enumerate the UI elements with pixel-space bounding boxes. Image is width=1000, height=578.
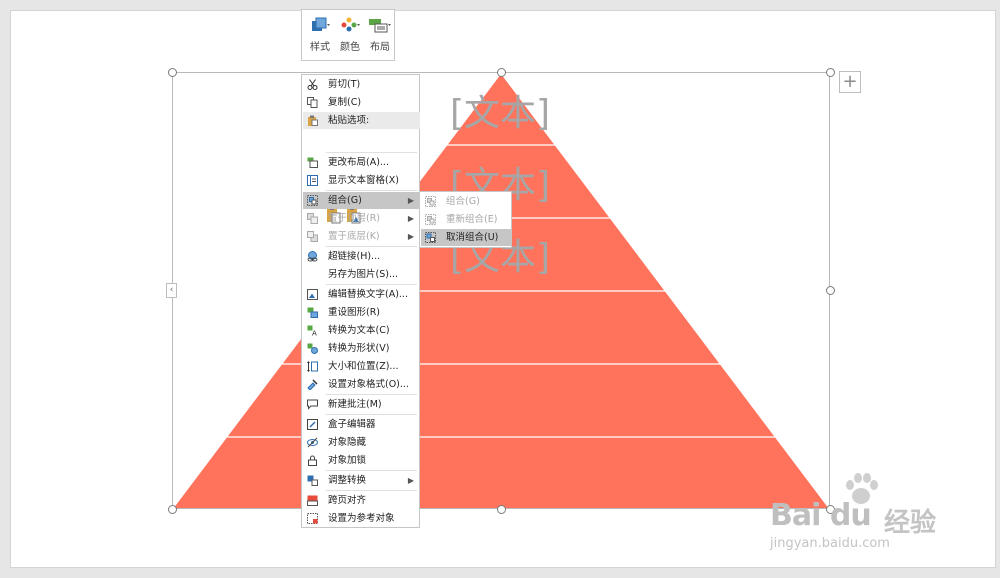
style-button[interactable]: 样式: [305, 14, 335, 58]
selection-frame: [172, 72, 830, 509]
resize-handle-bottom-left[interactable]: [168, 505, 177, 514]
ungroup-icon: [425, 232, 436, 243]
menu-separator: [326, 490, 417, 491]
menu-item-group[interactable]: 组合(G) ▶: [303, 192, 420, 209]
watermark-logo-text: Bai du: [770, 498, 872, 533]
menu-item-format-object[interactable]: 设置对象格式(O)...: [303, 376, 420, 393]
alt-text-icon: [307, 289, 318, 300]
send-to-back-icon: [307, 231, 318, 242]
group-icon: [425, 196, 436, 207]
menu-item-adjust-convert[interactable]: 调整转换 ▶: [303, 472, 420, 489]
menu-item-box-editor[interactable]: 盒子编辑器: [303, 416, 420, 433]
submenu-item-ungroup[interactable]: 取消组合(U): [421, 229, 512, 246]
submenu-arrow-icon: ▶: [407, 214, 414, 223]
menu-item-hide-object[interactable]: 对象隐藏: [303, 434, 420, 451]
menu-item-cross-page-align[interactable]: 跨页对齐: [303, 492, 420, 509]
menu-item-show-text-pane[interactable]: 显示文本窗格(X): [303, 172, 420, 189]
style-label: 样式: [310, 42, 330, 53]
scissors-icon: [307, 79, 318, 90]
regroup-icon: [425, 214, 436, 225]
color-label: 颜色: [340, 42, 360, 53]
format-object-icon: [307, 379, 318, 390]
reset-graphic-icon: [307, 307, 318, 318]
submenu-item-regroup[interactable]: 重新组合(E): [421, 211, 512, 228]
add-shape-button[interactable]: +: [839, 71, 861, 93]
menu-item-copy[interactable]: 复制(C): [303, 94, 420, 111]
link-icon: [307, 251, 318, 262]
menu-item-cut[interactable]: 剪切(T): [303, 76, 420, 93]
watermark: Bai du 经验 jingyan.baidu.com: [760, 470, 960, 560]
resize-handle-right[interactable]: [826, 286, 835, 295]
color-icon: [341, 17, 360, 32]
style-icon: [312, 17, 330, 31]
submenu-arrow-icon: ▶: [407, 196, 414, 205]
layout-change-icon: [307, 157, 318, 168]
layout-label: 布局: [370, 42, 390, 53]
menu-item-set-reference[interactable]: 设置为参考对象: [303, 510, 420, 527]
menu-item-edit-alt-text[interactable]: 编辑替换文字(A)...: [303, 286, 420, 303]
menu-item-change-layout[interactable]: 更改布局(A)...: [303, 154, 420, 171]
submenu-item-group[interactable]: 组合(G): [421, 193, 512, 210]
mini-toolbar: 样式 颜色 布局: [301, 9, 395, 61]
menu-separator: [326, 284, 417, 285]
menu-item-hyperlink[interactable]: 超链接(H)...: [303, 248, 420, 265]
menu-separator: [326, 190, 417, 191]
resize-handle-top[interactable]: [497, 68, 506, 77]
menu-item-new-comment[interactable]: 新建批注(M): [303, 396, 420, 413]
size-position-icon: [307, 361, 318, 372]
comment-icon: [307, 399, 318, 410]
eye-hidden-icon: [307, 437, 318, 448]
menu-item-bring-to-front[interactable]: 置于顶层(R) ▶: [303, 210, 420, 227]
resize-handle-top-left[interactable]: [168, 68, 177, 77]
color-button[interactable]: 颜色: [335, 14, 365, 58]
menu-item-send-to-back[interactable]: 置于底层(K) ▶: [303, 228, 420, 245]
layout-button[interactable]: 布局: [365, 14, 395, 58]
group-icon: [307, 195, 318, 206]
menu-item-size-position[interactable]: 大小和位置(Z)...: [303, 358, 420, 375]
menu-separator: [326, 414, 417, 415]
lock-icon: [308, 455, 317, 466]
reference-object-icon: [307, 513, 318, 524]
menu-separator: [326, 470, 417, 471]
context-menu: 剪切(T) 复制(C) 粘贴选项: 更改布局(A)... 显示文本窗格(X) 组…: [301, 74, 420, 528]
menu-item-reset-graphic[interactable]: 重设图形(R): [303, 304, 420, 321]
menu-item-lock-object[interactable]: 对象加锁: [303, 452, 420, 469]
menu-separator: [326, 394, 417, 395]
convert-to-shapes-icon: [307, 343, 318, 354]
text-pane-toggle[interactable]: ‹: [166, 283, 177, 298]
edit-box-icon: [307, 419, 318, 430]
resize-handle-top-right[interactable]: [826, 68, 835, 77]
menu-item-save-as-picture[interactable]: 另存为图片(S)...: [303, 266, 420, 283]
submenu-arrow-icon: ▶: [407, 232, 414, 241]
watermark-cn-text: 经验: [884, 508, 937, 538]
watermark-url: jingyan.baidu.com: [770, 536, 890, 551]
adjust-convert-icon: [307, 475, 318, 486]
align-icon: [307, 495, 318, 506]
svg-text:A: A: [312, 330, 317, 337]
submenu-arrow-icon: ▶: [407, 476, 414, 485]
layout-icon: [369, 19, 391, 33]
menu-separator: [326, 152, 417, 153]
bring-to-front-icon: [307, 213, 318, 224]
text-pane-icon: [307, 175, 318, 186]
copy-icon: [307, 97, 318, 108]
clipboard-icon: [308, 115, 318, 126]
convert-to-text-icon: A: [307, 325, 317, 337]
menu-item-convert-to-text[interactable]: A 转换为文本(C): [303, 322, 420, 339]
menu-item-convert-to-shapes[interactable]: 转换为形状(V): [303, 340, 420, 357]
menu-separator: [326, 246, 417, 247]
resize-handle-bottom[interactable]: [497, 505, 506, 514]
menu-paste-options-header: 粘贴选项:: [303, 112, 420, 129]
group-submenu: 组合(G) 重新组合(E) 取消组合(U): [419, 191, 512, 248]
